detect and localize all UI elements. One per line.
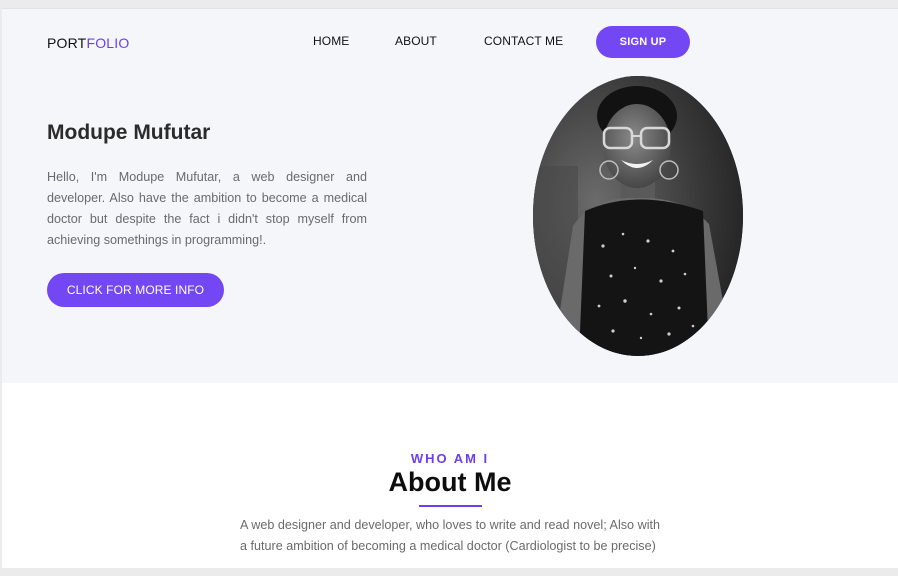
portrait-illustration (533, 76, 743, 356)
about-text: A web designer and developer, who loves … (240, 518, 660, 553)
site-logo[interactable]: PORTFOLIO (47, 35, 129, 51)
about-section: WHO AM I About Me A web designer and dev… (2, 383, 898, 568)
hero-intro-text: Hello, I'm Modupe Mufutar, a web designe… (47, 170, 367, 247)
logo-text-folio: FOLIO (86, 35, 130, 51)
about-eyebrow: WHO AM I (410, 451, 490, 466)
sign-up-button[interactable]: SIGN UP (596, 26, 690, 58)
nav-contact-me[interactable]: CONTACT ME (484, 34, 563, 48)
logo-text-port: PORT (47, 35, 87, 51)
hero-name: Modupe Mufutar (47, 121, 211, 144)
about-title: About Me (388, 467, 512, 497)
nav-about[interactable]: ABOUT (395, 34, 437, 48)
portrait-photo (533, 76, 743, 356)
more-info-button[interactable]: CLICK FOR MORE INFO (47, 273, 224, 307)
nav-home[interactable]: HOME (313, 34, 349, 48)
portfolio-page: PORTFOLIO HOME ABOUT CONTACT ME SIGN UP … (2, 8, 898, 568)
title-underline (419, 505, 482, 507)
hero-section: PORTFOLIO HOME ABOUT CONTACT ME SIGN UP … (2, 9, 898, 383)
